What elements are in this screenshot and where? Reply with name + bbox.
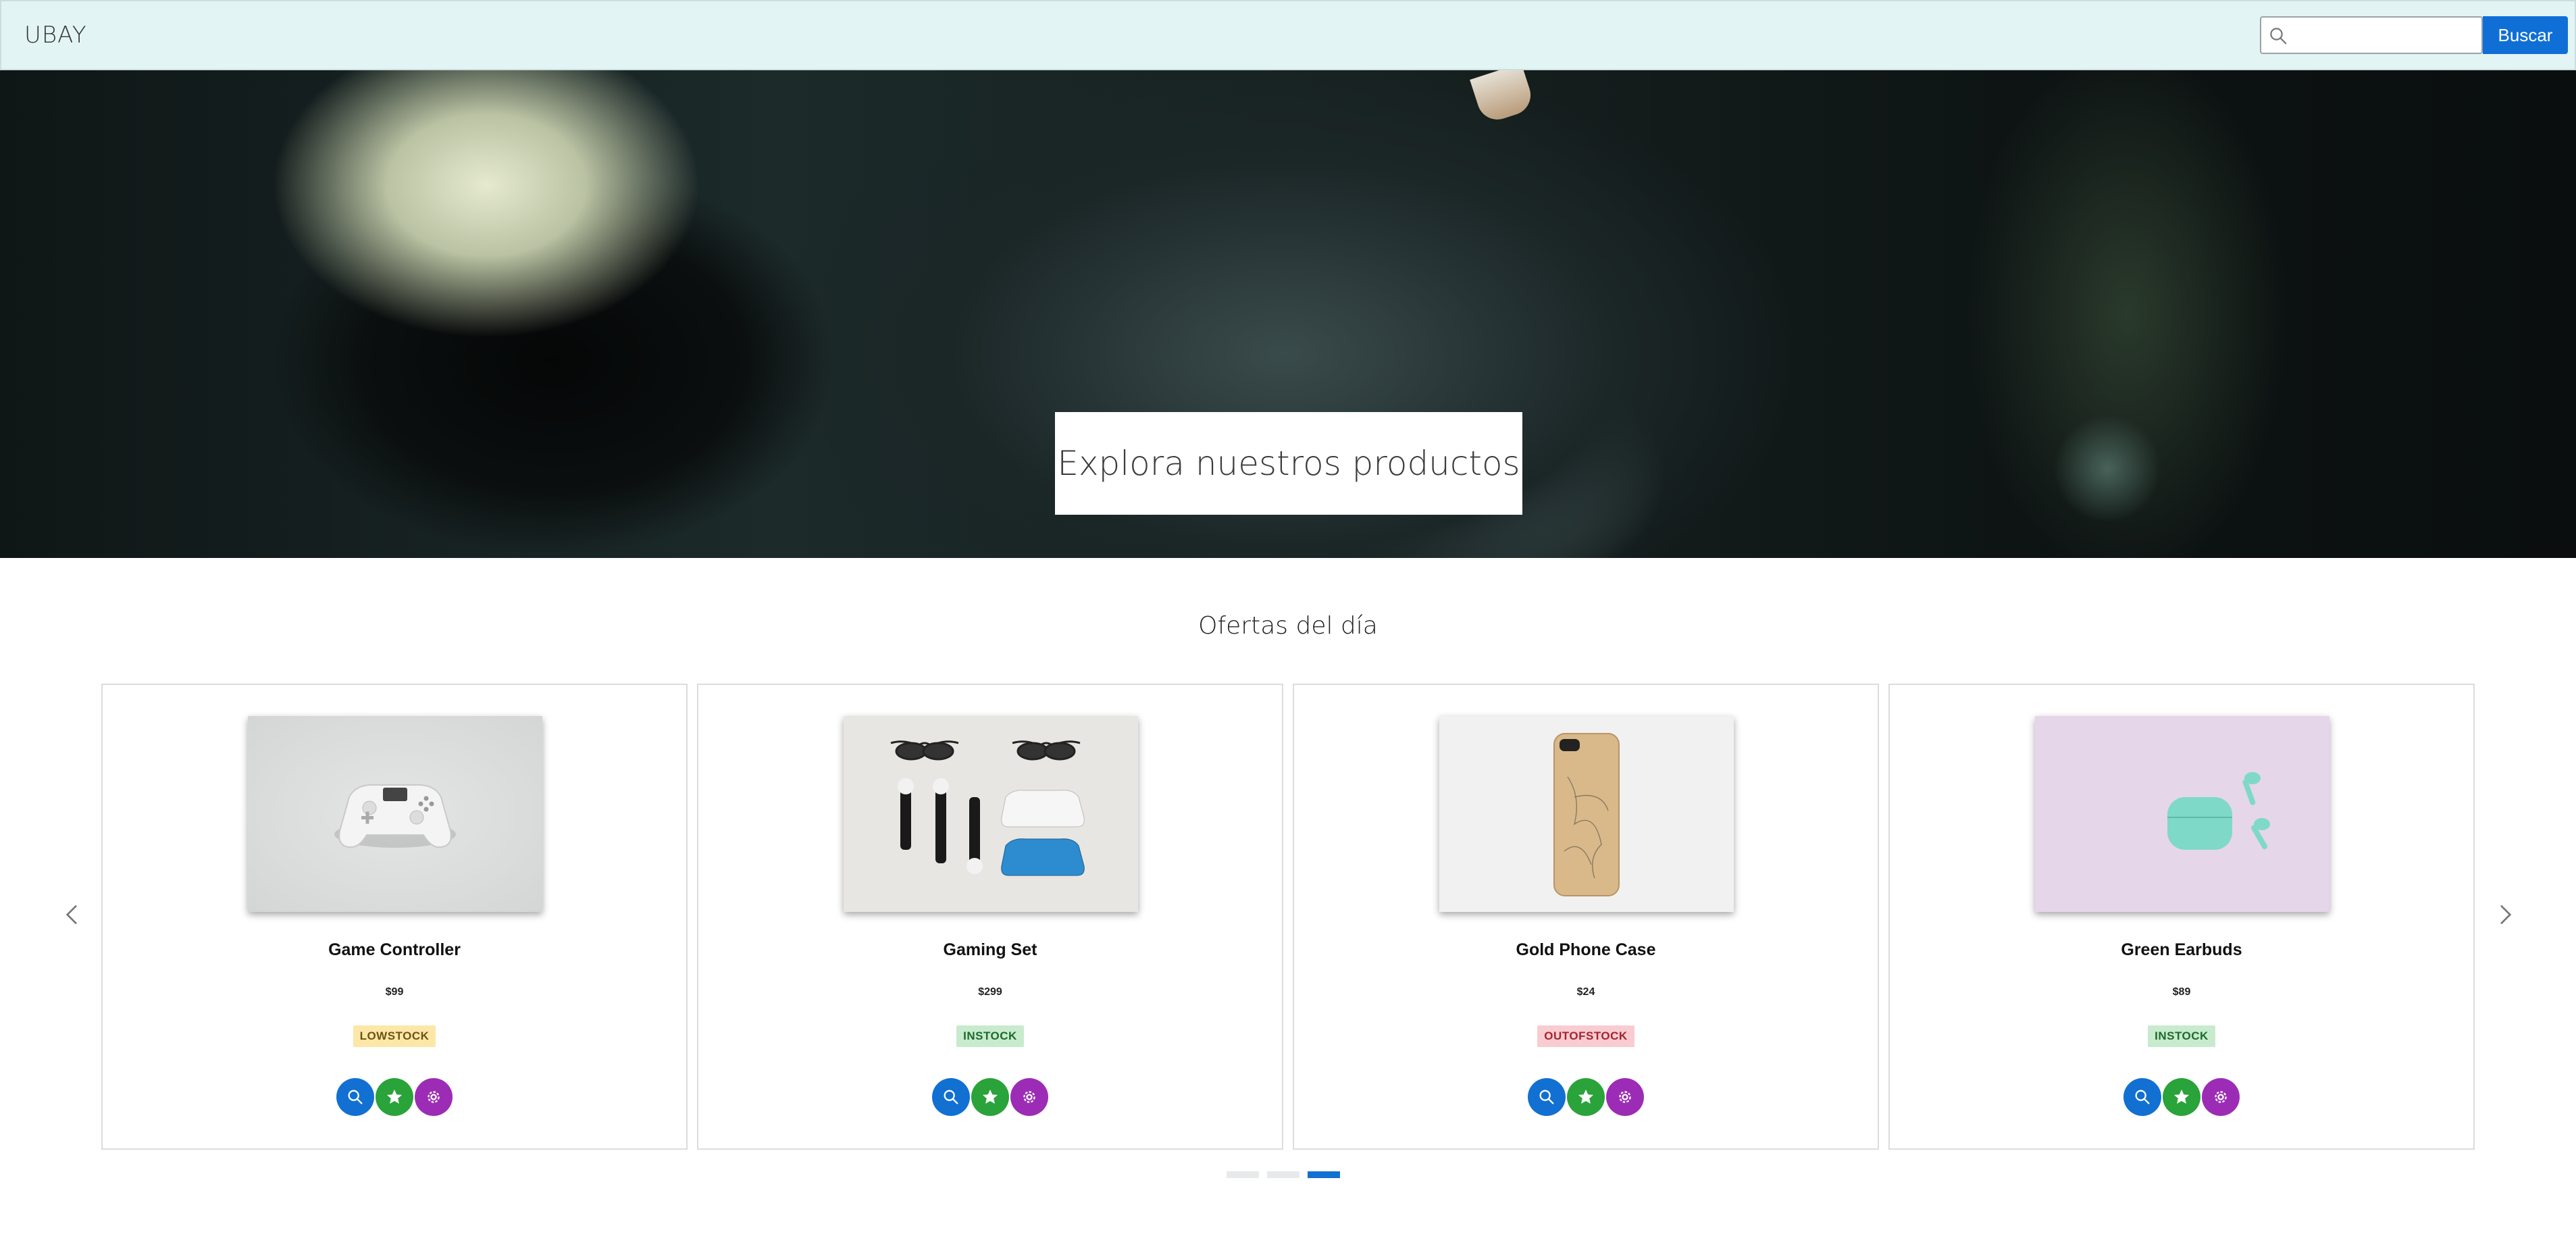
star-icon — [386, 1089, 403, 1104]
hero-title-box: Explora nuestros productos — [1055, 412, 1522, 515]
favorite-button[interactable] — [2163, 1078, 2200, 1116]
cog-icon — [428, 1091, 440, 1103]
favorite-button[interactable] — [376, 1078, 413, 1116]
product-price: $89 — [2172, 986, 2191, 998]
search-icon — [944, 1090, 958, 1104]
phone-case-icon — [1553, 733, 1620, 896]
cog-icon — [1023, 1091, 1035, 1103]
stock-badge: INSTOCK — [956, 1025, 1024, 1047]
stock-badge: LOWSTOCK — [353, 1025, 436, 1047]
star-icon — [1578, 1089, 1594, 1104]
view-button[interactable] — [336, 1078, 374, 1116]
hero-decoration — [2053, 415, 2161, 523]
search-icon — [2270, 28, 2287, 45]
favorite-button[interactable] — [1567, 1078, 1605, 1116]
star-icon — [2173, 1089, 2190, 1104]
search-button[interactable]: Buscar — [2483, 16, 2568, 54]
settings-button[interactable] — [1010, 1078, 1048, 1116]
cog-icon — [2215, 1091, 2227, 1103]
product-price: $299 — [978, 986, 1002, 998]
hero-title: Explora nuestros productos — [1057, 444, 1520, 483]
product-card: Gold Phone Case $24 OUTOFSTOCK — [1293, 684, 1879, 1150]
product-image — [2035, 716, 2329, 912]
earbuds-icon — [2167, 772, 2270, 850]
product-name[interactable]: Gaming Set — [698, 940, 1282, 960]
product-card: Gaming Set $299 INSTOCK — [697, 684, 1283, 1150]
search-icon — [348, 1090, 363, 1104]
carousel-indicators — [1227, 1171, 1340, 1178]
hero-decoration — [1470, 70, 1536, 125]
product-image — [248, 716, 542, 912]
product-price: $99 — [385, 986, 404, 998]
view-button[interactable] — [2123, 1078, 2161, 1116]
search-input[interactable] — [2292, 22, 2477, 49]
brand-logo[interactable]: UBAY — [24, 22, 87, 49]
product-card: Game Controller $99 LOWSTOCK — [101, 684, 688, 1150]
star-icon — [982, 1089, 998, 1104]
top-navbar: UBAY — [0, 0, 2576, 70]
search-icon — [2135, 1090, 2150, 1104]
product-name[interactable]: Gold Phone Case — [1294, 940, 1878, 960]
settings-button[interactable] — [1606, 1078, 1644, 1116]
chevron-right-icon[interactable] — [2491, 901, 2518, 928]
product-image — [844, 716, 1138, 912]
chevron-left-icon[interactable] — [59, 901, 86, 928]
product-name[interactable]: Game Controller — [103, 940, 686, 960]
section-title: Ofertas del día — [1198, 612, 1378, 640]
hero-banner: Explora nuestros productos — [0, 70, 2576, 558]
carousel-dot[interactable] — [1267, 1171, 1299, 1178]
search-icon — [1539, 1090, 1554, 1104]
carousel-dot[interactable] — [1227, 1171, 1259, 1178]
carousel-dot-active[interactable] — [1308, 1171, 1340, 1178]
view-button[interactable] — [932, 1078, 970, 1116]
settings-button[interactable] — [2202, 1078, 2240, 1116]
gaming-set-icon — [890, 740, 1085, 876]
settings-button[interactable] — [415, 1078, 453, 1116]
cog-icon — [1619, 1091, 1631, 1103]
favorite-button[interactable] — [971, 1078, 1009, 1116]
stock-badge: OUTOFSTOCK — [1537, 1025, 1634, 1047]
view-button[interactable] — [1528, 1078, 1566, 1116]
product-name[interactable]: Green Earbuds — [1890, 940, 2473, 960]
game-controller-icon — [334, 784, 456, 848]
product-image — [1439, 716, 1734, 912]
search-box[interactable] — [2260, 16, 2483, 54]
product-card: Green Earbuds $89 INSTOCK — [1888, 684, 2475, 1150]
stock-badge: INSTOCK — [2148, 1025, 2215, 1047]
product-price: $24 — [1576, 986, 1595, 998]
